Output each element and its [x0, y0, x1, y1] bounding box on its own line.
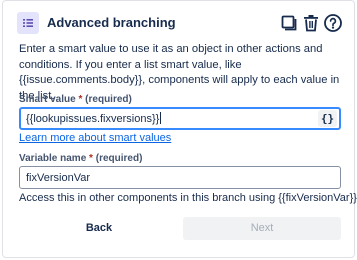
copy-icon[interactable]: [279, 13, 299, 33]
insert-smart-value-button[interactable]: {}: [318, 110, 337, 127]
list-icon: [17, 12, 39, 34]
back-button[interactable]: Back: [21, 217, 177, 240]
help-icon[interactable]: [323, 13, 343, 33]
variable-name-input[interactable]: fixVersionVar: [19, 166, 341, 189]
smart-value-value: {{lookupissues.fixversions}}: [26, 113, 160, 125]
required-marker: *: [78, 94, 83, 105]
smart-value-input[interactable]: {{lookupissues.fixversions}} {}: [19, 107, 341, 130]
variable-name-value: fixVersionVar: [26, 172, 90, 184]
smart-value-label-text: Smart value: [19, 94, 76, 105]
variable-name-help: Access this in other components in this …: [19, 192, 357, 204]
required-marker: *: [89, 153, 93, 164]
variable-name-label: Variable name * (required): [19, 153, 142, 164]
learn-more-link[interactable]: Learn more about smart values: [19, 132, 171, 144]
next-button[interactable]: Next: [183, 217, 341, 240]
panel-header: Advanced branching: [17, 12, 343, 34]
text-caret: [160, 112, 162, 124]
smart-value-label: Smart value * (required): [19, 94, 132, 105]
advanced-branching-panel: Advanced branching Enter a smart value t…: [2, 0, 357, 258]
variable-name-label-text: Variable name: [19, 153, 87, 164]
required-text: (required): [95, 153, 143, 164]
delete-icon[interactable]: [301, 13, 321, 33]
required-text: (required): [85, 94, 132, 105]
smart-value-input-text: {{lookupissues.fixversions}}: [26, 112, 162, 125]
panel-title: Advanced branching: [47, 15, 176, 30]
